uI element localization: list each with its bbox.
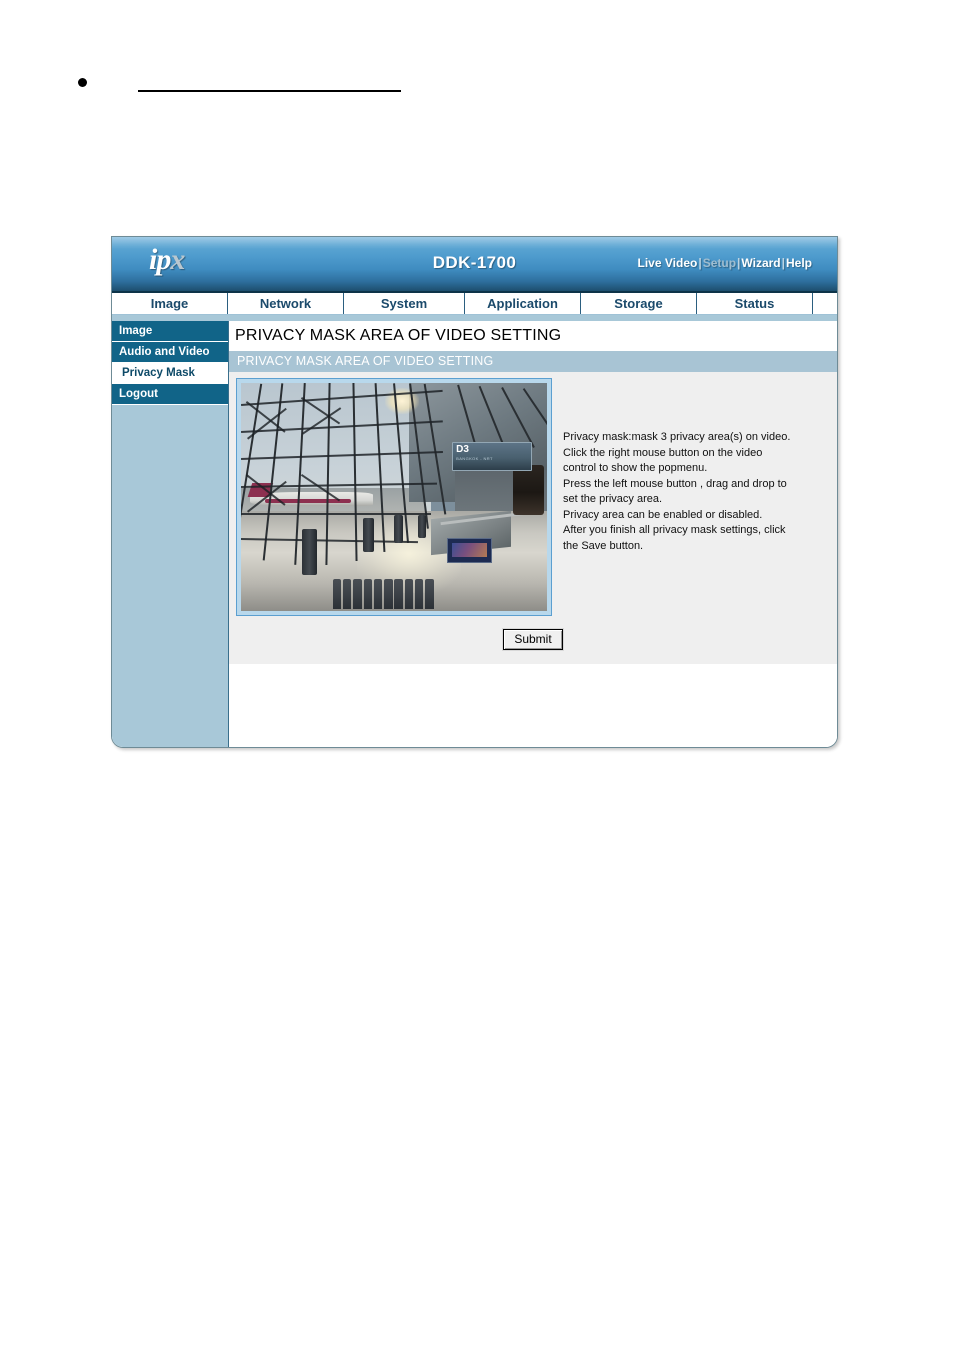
submit-button[interactable]: Submit bbox=[502, 628, 564, 651]
gate-sign-label: D3 bbox=[456, 444, 469, 456]
scene-pillar bbox=[302, 528, 318, 575]
tab-status[interactable]: Status bbox=[697, 293, 813, 314]
scene-pillar bbox=[418, 515, 427, 539]
tab-storage[interactable]: Storage bbox=[581, 293, 697, 314]
header-link-setup[interactable]: Setup bbox=[703, 256, 736, 270]
header-link-live-video[interactable]: Live Video bbox=[638, 256, 698, 270]
scene-seat bbox=[384, 579, 393, 609]
page-title: PRIVACY MASK AREA OF VIDEO SETTING bbox=[235, 327, 562, 344]
scene-seating-row bbox=[332, 579, 462, 609]
video-preview-frame[interactable]: D3 BANGKOK - NRT bbox=[236, 378, 552, 616]
scene-seat bbox=[415, 579, 424, 609]
scene-seat bbox=[373, 579, 383, 609]
scene-monitor-screen bbox=[452, 542, 487, 557]
scene-pillar bbox=[394, 515, 404, 543]
header-link-wizard[interactable]: Wizard bbox=[741, 256, 780, 270]
gate-sign-subtext: BANGKOK - NRT bbox=[456, 456, 493, 462]
app-body: Image Audio and Video Privacy Mask Logou… bbox=[112, 321, 837, 747]
header-link-separator-1: | bbox=[698, 256, 702, 270]
sidebar-item-audio-and-video[interactable]: Audio and Video bbox=[112, 342, 228, 363]
tab-network[interactable]: Network bbox=[228, 293, 344, 314]
header-links: Live Video|Setup|Wizard|Help bbox=[638, 256, 812, 270]
sidebar-item-image[interactable]: Image bbox=[112, 321, 228, 342]
header-link-separator-3: | bbox=[781, 256, 785, 270]
privacy-mask-instructions: Privacy mask:mask 3 privacy area(s) on v… bbox=[563, 431, 791, 552]
scene-gate-sign-d3: D3 BANGKOK - NRT bbox=[452, 442, 532, 471]
heading-underline bbox=[138, 90, 401, 92]
header-link-separator-2: | bbox=[737, 256, 741, 270]
main-nav-bar: Image Network System Application Storage… bbox=[112, 293, 837, 315]
tab-blank bbox=[813, 293, 837, 314]
scene-pillar bbox=[363, 517, 375, 552]
sidebar-item-logout[interactable]: Logout bbox=[112, 384, 228, 405]
tab-system[interactable]: System bbox=[344, 293, 465, 314]
header-link-help[interactable]: Help bbox=[786, 256, 812, 270]
scene-flight-monitor bbox=[447, 538, 492, 564]
camera-web-ui-window: ipx DDK-1700 Live Video|Setup|Wizard|Hel… bbox=[111, 236, 838, 748]
document-bullet-heading bbox=[78, 72, 498, 102]
submit-row: Submit bbox=[229, 628, 837, 651]
section-header-bar: PRIVACY MASK AREA OF VIDEO SETTING bbox=[229, 351, 837, 372]
video-canvas[interactable]: D3 BANGKOK - NRT bbox=[241, 383, 547, 611]
sidebar: Image Audio and Video Privacy Mask Logou… bbox=[112, 321, 228, 747]
scene-seat bbox=[332, 579, 342, 609]
tab-application[interactable]: Application bbox=[465, 293, 581, 314]
scene-seat bbox=[363, 579, 372, 609]
scene-seat bbox=[394, 579, 403, 609]
content-pane: PRIVACY MASK AREA OF VIDEO SETTING PRIVA… bbox=[228, 321, 837, 747]
app-header: ipx DDK-1700 Live Video|Setup|Wizard|Hel… bbox=[112, 237, 837, 293]
bullet-icon bbox=[78, 78, 87, 87]
sidebar-item-privacy-mask[interactable]: Privacy Mask bbox=[112, 363, 228, 384]
scene-seat bbox=[353, 579, 362, 609]
content-footer bbox=[229, 664, 837, 722]
tab-image[interactable]: Image bbox=[112, 293, 228, 314]
scene-passengers bbox=[513, 465, 544, 516]
scene-seat bbox=[404, 579, 414, 609]
scene-seat bbox=[425, 579, 434, 609]
privacy-mask-panel: D3 BANGKOK - NRT Privacy mask:mask 3 pri… bbox=[229, 372, 837, 664]
scene-seat bbox=[343, 579, 352, 609]
